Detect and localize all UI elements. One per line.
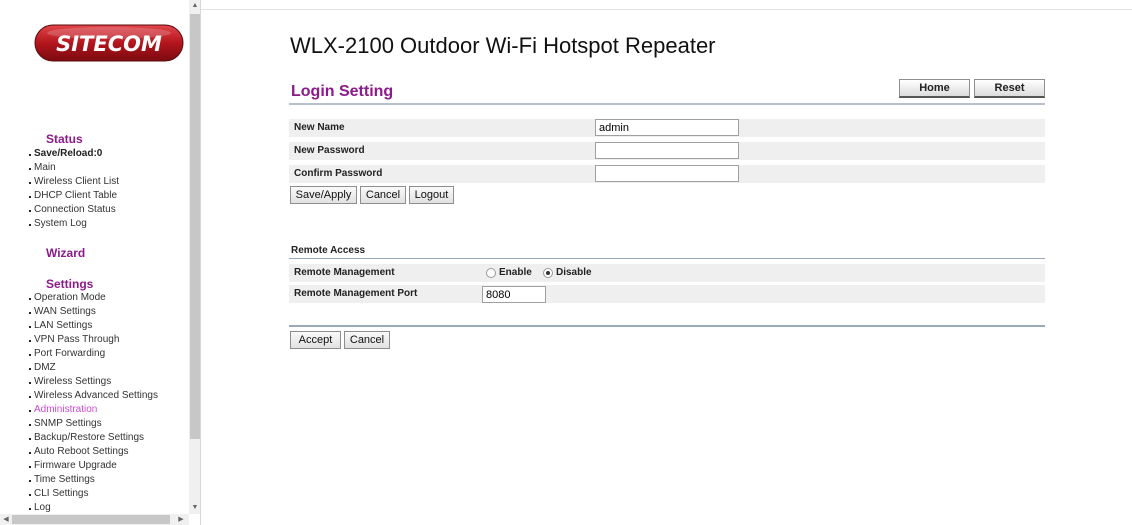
- nav-connection-status[interactable]: Connection Status: [29, 204, 116, 216]
- new-password-input[interactable]: [595, 142, 739, 159]
- nav-dhcp-client-table[interactable]: DHCP Client Table: [29, 190, 117, 202]
- horizontal-scrollbar[interactable]: ◀ ▶: [0, 514, 189, 525]
- remote-management-port-row: Remote Management Port: [289, 285, 1045, 303]
- form-end-divider: [289, 325, 1045, 327]
- nav-firmware-upgrade[interactable]: Firmware Upgrade: [29, 460, 117, 472]
- navigation-frame: SITECOM Status Save/Reload:0 Main Wirele…: [0, 0, 201, 525]
- section-title: Login Setting: [291, 83, 394, 100]
- scroll-up-icon[interactable]: ▲: [189, 0, 200, 12]
- nav-wireless-advanced-settings[interactable]: Wireless Advanced Settings: [29, 390, 158, 402]
- nav-cli-settings[interactable]: CLI Settings: [29, 488, 88, 500]
- remote-access-heading: Remote Access: [291, 245, 366, 256]
- status-heading: Status: [46, 132, 83, 146]
- new-name-input[interactable]: [595, 119, 739, 136]
- vertical-scroll-thumb[interactable]: [190, 14, 200, 439]
- save-apply-button[interactable]: Save/Apply: [290, 186, 357, 204]
- reset-button[interactable]: Reset: [974, 79, 1045, 98]
- new-password-label: New Password: [294, 145, 365, 156]
- nav-operation-mode[interactable]: Operation Mode: [29, 292, 106, 304]
- remote-cancel-button[interactable]: Cancel: [344, 331, 390, 349]
- remote-port-input[interactable]: [482, 286, 546, 303]
- vertical-scrollbar[interactable]: ▲ ▼: [189, 0, 200, 514]
- scroll-left-icon[interactable]: ◀: [0, 514, 12, 525]
- nav-backup-restore-settings[interactable]: Backup/Restore Settings: [29, 432, 144, 444]
- disable-label: Disable: [556, 267, 592, 278]
- nav-main[interactable]: Main: [29, 162, 56, 174]
- nav-administration[interactable]: Administration: [29, 404, 97, 416]
- disable-radio[interactable]: [543, 268, 553, 278]
- nav-wan-settings[interactable]: WAN Settings: [29, 306, 96, 318]
- scroll-right-icon[interactable]: ▶: [175, 514, 187, 525]
- cancel-button[interactable]: Cancel: [360, 186, 406, 204]
- scroll-down-icon[interactable]: ▼: [189, 502, 200, 514]
- top-divider: [201, 9, 1132, 10]
- nav-dmz[interactable]: DMZ: [29, 362, 56, 374]
- horizontal-scroll-thumb[interactable]: [12, 515, 170, 524]
- sitecom-logo: SITECOM: [34, 24, 184, 62]
- confirm-password-input[interactable]: [595, 165, 739, 182]
- nav-save-reload[interactable]: Save/Reload:0: [29, 148, 102, 160]
- nav-lan-settings[interactable]: LAN Settings: [29, 320, 92, 332]
- accept-button[interactable]: Accept: [290, 331, 341, 349]
- device-title: WLX-2100 Outdoor Wi-Fi Hotspot Repeater: [290, 33, 716, 58]
- confirm-password-label: Confirm Password: [294, 168, 383, 179]
- nav-snmp-settings[interactable]: SNMP Settings: [29, 418, 102, 430]
- logo-text: SITECOM: [56, 32, 162, 56]
- wizard-link[interactable]: Wizard: [46, 246, 85, 260]
- section-divider: [289, 103, 1045, 105]
- logout-button[interactable]: Logout: [409, 186, 454, 204]
- nav-port-forwarding[interactable]: Port Forwarding: [29, 348, 105, 360]
- new-name-label: New Name: [294, 122, 345, 133]
- remote-management-row: Remote Management Enable Disable: [289, 264, 1045, 282]
- nav-auto-reboot-settings[interactable]: Auto Reboot Settings: [29, 446, 129, 458]
- remote-management-port-label: Remote Management Port: [294, 288, 418, 299]
- nav-wireless-client-list[interactable]: Wireless Client List: [29, 176, 119, 188]
- nav-system-log[interactable]: System Log: [29, 218, 87, 230]
- nav-time-settings[interactable]: Time Settings: [29, 474, 95, 486]
- settings-heading: Settings: [46, 277, 94, 291]
- nav-wireless-settings[interactable]: Wireless Settings: [29, 376, 111, 388]
- enable-label: Enable: [499, 267, 532, 278]
- nav-log[interactable]: Log: [29, 502, 51, 514]
- navigation-menu: SITECOM Status Save/Reload:0 Main Wirele…: [0, 0, 189, 514]
- remote-management-label: Remote Management: [294, 267, 395, 278]
- enable-radio[interactable]: [486, 268, 496, 278]
- remote-access-divider: [289, 258, 1045, 259]
- home-button[interactable]: Home: [899, 79, 970, 98]
- nav-vpn-pass-through[interactable]: VPN Pass Through: [29, 334, 119, 346]
